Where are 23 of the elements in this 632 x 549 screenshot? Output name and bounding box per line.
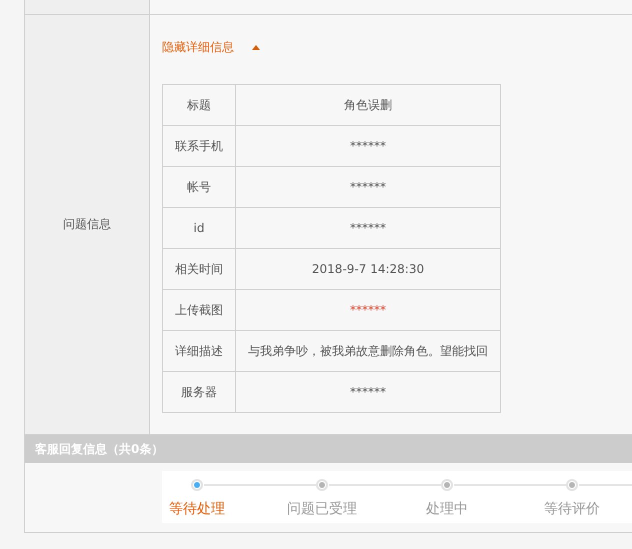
- field-value: ******: [236, 166, 500, 208]
- field-label: 详细描述: [162, 330, 236, 372]
- caret-icon: [252, 45, 260, 50]
- step-label: 等待处理: [169, 500, 225, 518]
- field-label: 帐号: [162, 166, 236, 208]
- field-label: 联系手机: [162, 126, 236, 166]
- field-label: 上传截图: [162, 290, 236, 330]
- field-value: ******: [236, 290, 500, 330]
- step-label: 等待评价: [544, 500, 600, 518]
- step-label: 问题已受理: [287, 500, 357, 518]
- field-value: ******: [236, 126, 500, 166]
- field-value: 与我弟争吵，被我弟故意删除角色。望能找回: [236, 330, 500, 372]
- field-value: 角色误删: [236, 84, 500, 126]
- field-value: ******: [236, 208, 500, 248]
- field-label: 相关时间: [162, 248, 236, 290]
- field-label: id: [162, 208, 236, 248]
- toggle-details-link[interactable]: 隐藏详细信息: [162, 39, 260, 56]
- field-value: ******: [236, 372, 500, 412]
- section-label: 问题信息: [63, 216, 111, 233]
- field-label: 服务器: [162, 372, 236, 412]
- field-label: 标题: [162, 84, 236, 126]
- field-value: 2018-9-7 14:28:30: [236, 248, 500, 290]
- step-label: 处理中: [426, 500, 468, 518]
